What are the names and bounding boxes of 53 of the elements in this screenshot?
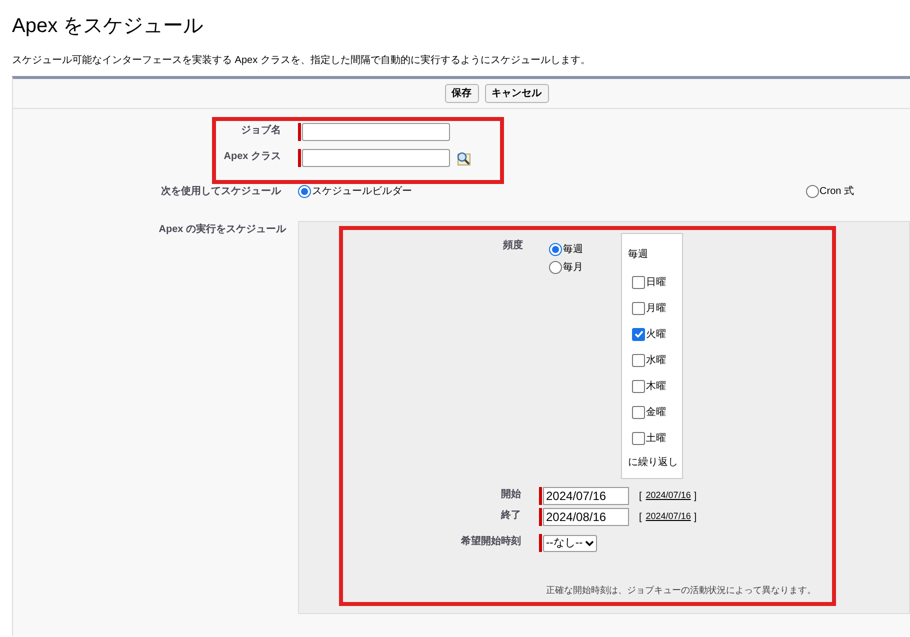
- caret-icon: [584, 540, 594, 546]
- field-label: Apex クラス: [224, 150, 281, 164]
- lookup-icon[interactable]: [456, 150, 471, 166]
- weekday-heading: 毎週: [628, 248, 649, 262]
- checkbox[interactable]: [632, 328, 645, 340]
- time-dropdown[interactable]: --なし--: [543, 534, 597, 552]
- checkbox-label: 火曜: [646, 328, 666, 342]
- bracket: [: [639, 490, 642, 504]
- page-description: スケジュール可能なインターフェースを実装する Apex クラスを、指定した間隔で自動的に実行するようにスケジュールします。: [11, 54, 592, 68]
- checkbox[interactable]: [632, 354, 645, 366]
- checkbox[interactable]: [632, 432, 645, 444]
- radio-label: 毎月: [563, 261, 583, 275]
- field-label: 終了: [500, 508, 522, 523]
- checkbox[interactable]: [632, 380, 645, 392]
- today-link[interactable]: 2024/07/16: [646, 489, 691, 503]
- bracket: ]: [694, 490, 697, 504]
- text-field[interactable]: [302, 149, 450, 167]
- radio-label: スケジュールビルダー: [312, 185, 412, 199]
- checkbox-label: 金曜: [646, 406, 666, 420]
- radio-button[interactable]: [549, 243, 562, 256]
- checkbox-label: 日曜: [646, 276, 666, 290]
- field-label: 頻度: [502, 238, 523, 253]
- date-field[interactable]: 2024/08/16: [543, 508, 629, 526]
- page-title: Apex をスケジュール: [11, 14, 204, 39]
- checkbox[interactable]: [632, 276, 645, 288]
- checkbox-label: 木曜: [646, 380, 666, 394]
- field-label: 開始: [500, 488, 522, 502]
- radio-button[interactable]: [806, 185, 819, 198]
- required-marker: [539, 487, 542, 505]
- date-field[interactable]: 2024/07/16: [543, 487, 629, 505]
- checkbox-label: 月曜: [646, 302, 666, 316]
- note-text: 正確な開始時刻は、ジョブキューの活動状況によって異なります。: [545, 584, 817, 597]
- toolbar-button[interactable]: キャンセル: [484, 84, 548, 103]
- required-marker: [539, 508, 542, 526]
- bracket: [: [639, 510, 642, 524]
- weekday-footer: に繰り返し: [628, 455, 676, 470]
- field-label: Apex の実行をスケジュール: [158, 222, 288, 237]
- checkbox[interactable]: [632, 406, 645, 418]
- radio-label: 毎週: [563, 243, 583, 257]
- required-marker: [539, 534, 542, 552]
- bracket: ]: [694, 510, 697, 524]
- field-label: 次を使用してスケジュール: [160, 184, 282, 199]
- today-link[interactable]: 2024/07/16: [646, 510, 691, 524]
- checkbox-label: 水曜: [646, 354, 666, 368]
- field-label: ジョブ名: [241, 124, 281, 138]
- checkbox[interactable]: [632, 302, 645, 314]
- radio-button[interactable]: [549, 261, 562, 274]
- toolbar-button[interactable]: 保存: [444, 84, 478, 103]
- field-label: 希望開始時刻: [460, 534, 522, 549]
- radio-label: Cron 式: [820, 184, 854, 199]
- radio-button[interactable]: [298, 185, 311, 198]
- text-field[interactable]: [302, 123, 450, 141]
- checkbox-label: 土曜: [646, 432, 666, 446]
